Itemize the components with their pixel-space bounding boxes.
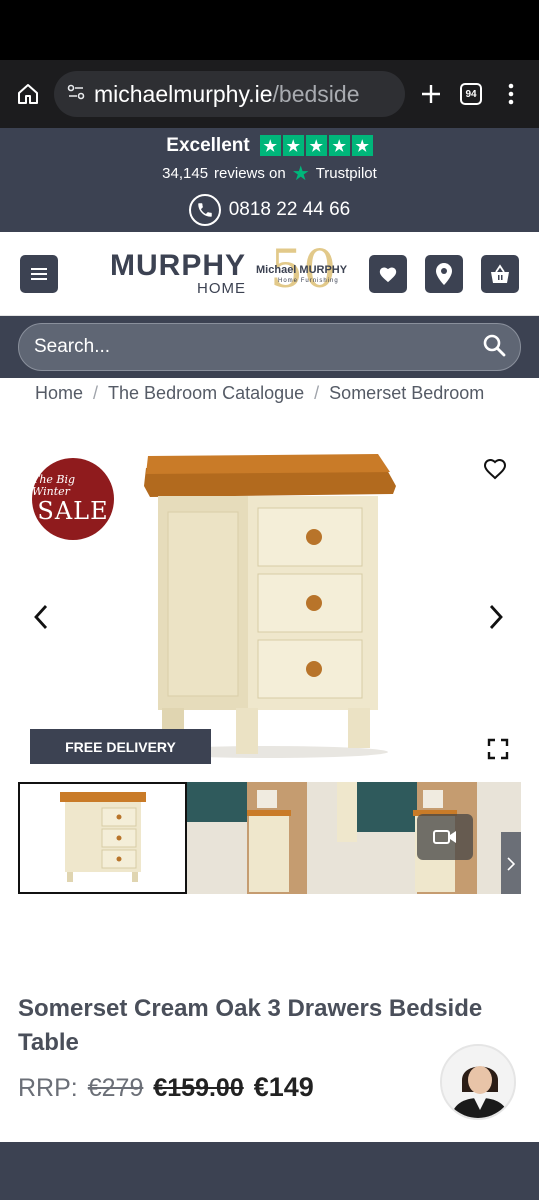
location-pin-icon: [436, 262, 452, 285]
video-icon[interactable]: [417, 814, 473, 860]
price-row: RRP: €279 €159.00 €149: [18, 1072, 314, 1103]
status-bar: [0, 0, 539, 60]
fullscreen-icon[interactable]: [487, 738, 509, 765]
anniversary-tagline: Home Furnishing: [278, 277, 339, 284]
star-icon: ★: [351, 135, 373, 156]
url-host: michaelmurphy.ie: [94, 80, 273, 107]
rrp-label: RRP:: [18, 1074, 78, 1102]
now-price: €149: [253, 1072, 314, 1102]
product-image: [144, 454, 396, 758]
breadcrumb-separator: /: [314, 382, 320, 403]
site-header: MURPHY HOME 50 Michael MURPHY Home Furni…: [0, 232, 539, 316]
thumbnail-image: [60, 792, 146, 882]
rating-label: Excellent: [166, 134, 250, 156]
breadcrumb-separator: /: [93, 382, 99, 403]
url-path: /bedside: [272, 80, 360, 107]
search-input[interactable]: [34, 336, 482, 358]
breadcrumb-bedroom-catalogue[interactable]: The Bedroom Catalogue: [108, 383, 304, 404]
anniversary-brand: Michael MURPHY: [256, 263, 348, 276]
free-delivery-badge: FREE DELIVERY: [30, 729, 211, 764]
thumbnail-next-icon[interactable]: [501, 832, 521, 894]
thumbnail-strip: [18, 782, 521, 894]
phone-link[interactable]: 0818 22 44 66: [188, 193, 351, 226]
menu-button[interactable]: [20, 254, 58, 293]
heart-icon: [379, 266, 397, 282]
shopping-bag-icon: [491, 263, 509, 283]
tab-count: 94: [460, 83, 482, 105]
breadcrumb-home[interactable]: Home: [35, 383, 83, 404]
site-logo[interactable]: MURPHY HOME 50 Michael MURPHY Home Furni…: [110, 240, 348, 304]
sale-badge-main: SALE: [37, 497, 109, 525]
tab-switcher-button[interactable]: 94: [457, 80, 485, 108]
trust-banner: Excellent ★ ★ ★ ★ ★ 34,145 reviews on ★ …: [0, 128, 539, 232]
logo-sub-text: HOME: [197, 280, 247, 297]
product-title: Somerset Cream Oak 3 Drawers Bedside Tab…: [18, 995, 483, 1056]
thumbnail-selected[interactable]: [18, 782, 187, 894]
hamburger-icon: [31, 267, 47, 280]
rrp-value: €279: [87, 1074, 144, 1102]
was-price: €159.00: [153, 1074, 244, 1102]
basket-button[interactable]: [481, 254, 519, 293]
store-locator-button[interactable]: [425, 254, 463, 293]
trustpilot-name: Trustpilot: [315, 164, 377, 182]
breadcrumb-somerset-bedroom[interactable]: Somerset Bedroom: [329, 383, 484, 404]
sale-badge: The Big Winter SALE: [32, 458, 114, 540]
logo-main-text: MURPHY: [110, 249, 247, 282]
breadcrumb: Home / The Bedroom Catalogue / Somerset …: [0, 380, 539, 406]
trustpilot-stars: ★ ★ ★ ★ ★: [259, 135, 373, 156]
search-icon[interactable]: [482, 333, 506, 362]
more-menu-icon[interactable]: [497, 80, 525, 108]
site-settings-icon[interactable]: [66, 81, 86, 108]
star-icon: ★: [328, 135, 350, 156]
reviews-count: 34,145: [162, 164, 209, 182]
wishlist-button[interactable]: [369, 254, 407, 293]
trustpilot-star-icon: ★: [291, 162, 310, 185]
star-icon: ★: [305, 135, 327, 156]
sale-badge-top: The Big Winter: [32, 473, 76, 498]
anniversary-logo: 50 Michael MURPHY Home Furnishing: [256, 240, 348, 304]
star-icon: ★: [259, 135, 281, 156]
favourite-icon[interactable]: [483, 458, 507, 485]
thumbnail-room-views[interactable]: [187, 782, 521, 894]
bottom-bar: [0, 1142, 539, 1200]
browser-toolbar: michaelmurphy.ie/bedside 94: [0, 60, 539, 128]
address-bar[interactable]: michaelmurphy.ie/bedside: [54, 71, 405, 117]
phone-number: 0818 22 44 66: [228, 198, 351, 220]
phone-icon: [188, 193, 221, 226]
previous-image-icon[interactable]: [26, 602, 56, 632]
reviews-on-text: reviews on: [214, 164, 286, 182]
home-icon[interactable]: [14, 80, 42, 108]
search-band: [0, 316, 539, 378]
search-box: [18, 323, 521, 371]
product-gallery: The Big Winter SALE FREE DELIVERY: [0, 452, 539, 894]
agent-photo: [442, 1046, 514, 1118]
next-image-icon[interactable]: [481, 602, 511, 632]
new-tab-icon[interactable]: [417, 80, 445, 108]
star-icon: ★: [282, 135, 304, 156]
chat-agent-avatar[interactable]: [440, 1044, 516, 1120]
